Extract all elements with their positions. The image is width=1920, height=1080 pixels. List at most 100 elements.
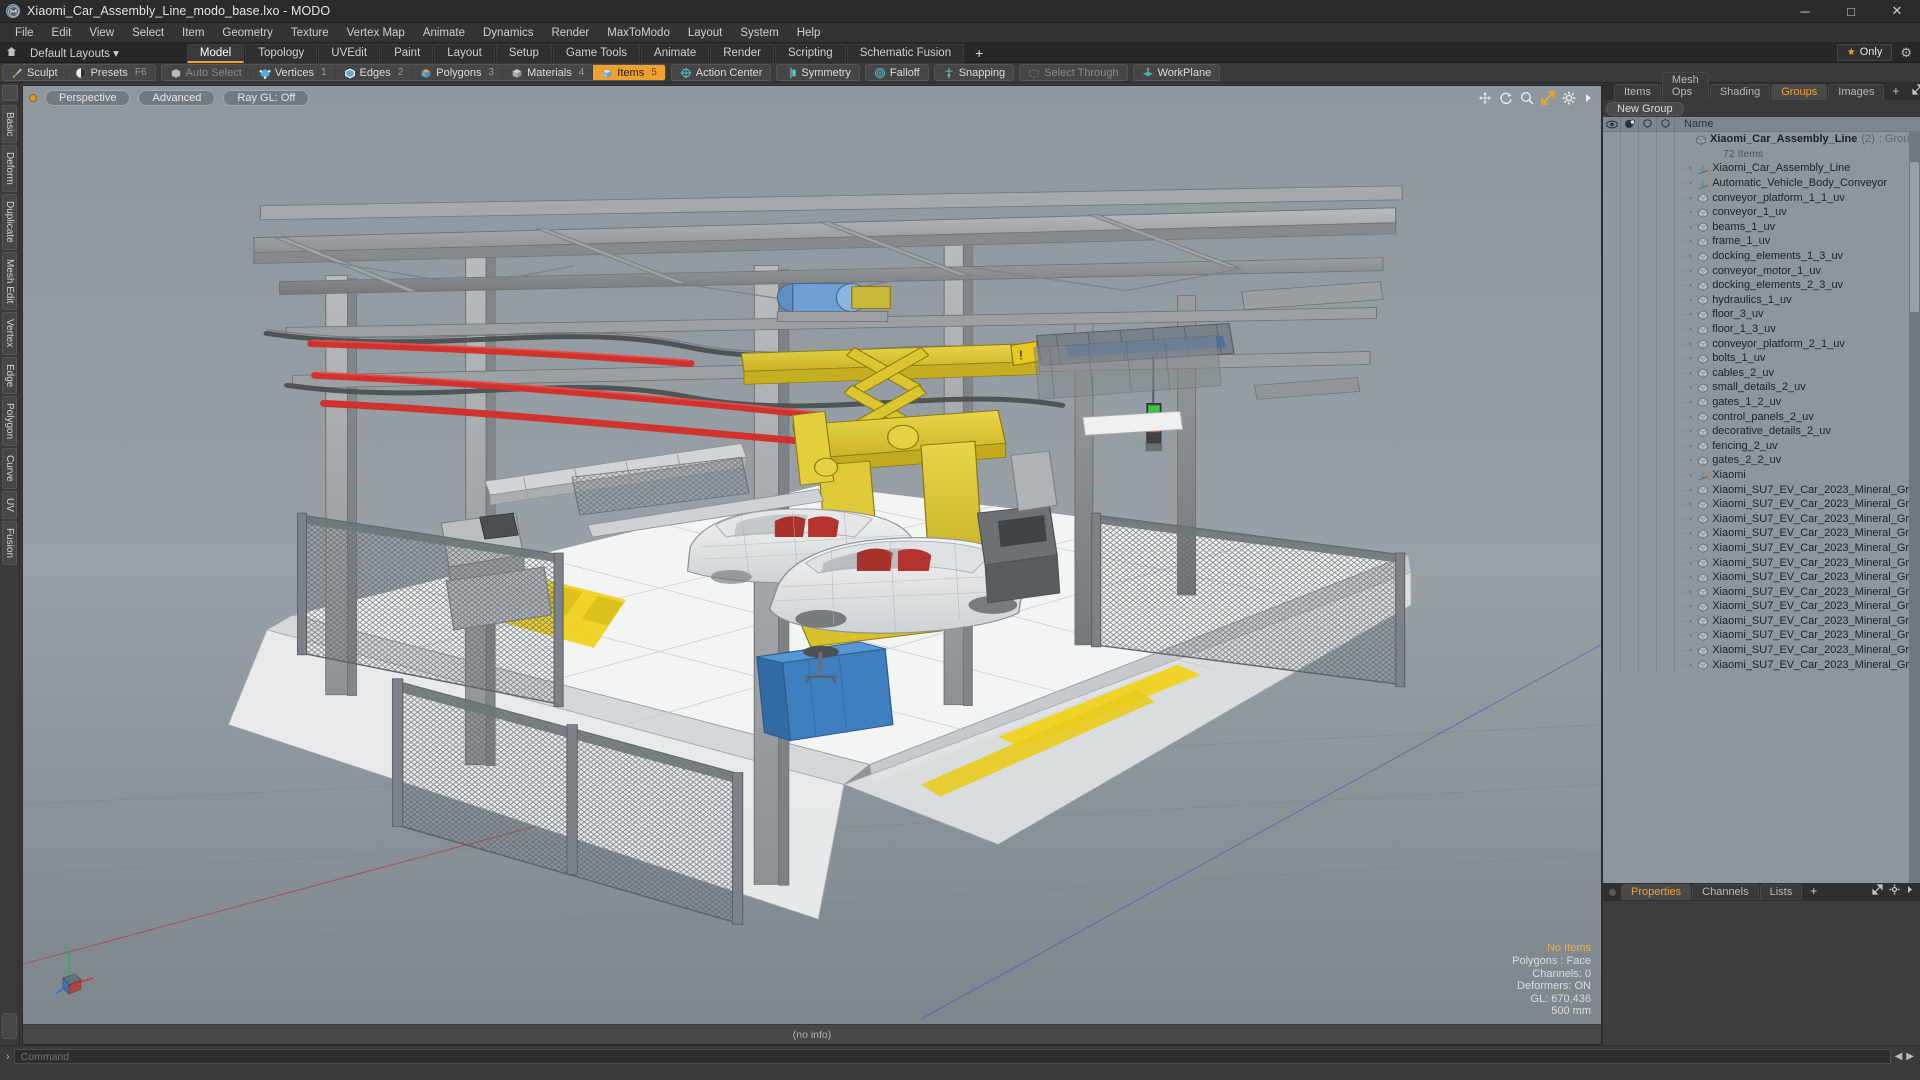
row-lock-toggle[interactable] — [1639, 453, 1657, 468]
tree-group-row[interactable]: Xiaomi_Car_Assembly_Line (2) : Group — [1603, 132, 1920, 147]
left-strip-tab-vertex[interactable]: Vertex — [2, 312, 17, 355]
tree-item-row[interactable]: ··▪ hydraulics_1_uv — [1603, 292, 1920, 308]
row-lock-toggle[interactable] — [1639, 336, 1657, 351]
tree-item-row[interactable]: ··▪ control_panels_2_uv — [1603, 409, 1920, 424]
tree-item-row[interactable]: ··▪ Xiaomi_SU7_EV_Car_2023_Mineral_Grey_C… — [1603, 628, 1920, 643]
row-lock-toggle[interactable] — [1639, 263, 1657, 278]
tree-item-row[interactable]: ··▪ docking_elements_2_3_uv — [1603, 277, 1920, 293]
row-render-toggle[interactable] — [1621, 336, 1639, 351]
tree-item-row[interactable]: ··▪ gates_1_2_uv — [1603, 394, 1920, 410]
row-render-toggle[interactable] — [1621, 161, 1639, 176]
mode-button-auto-select[interactable]: Auto Select — [162, 65, 251, 80]
tree-item-row[interactable]: ··▪ fencing_2_uv — [1603, 438, 1920, 454]
row-select-toggle[interactable] — [1657, 132, 1675, 147]
row-lock-toggle[interactable] — [1639, 584, 1657, 599]
tree-item-row[interactable]: ··▪ conveyor_platform_2_1_uv — [1603, 336, 1920, 351]
menu-item-help[interactable]: Help — [788, 25, 830, 41]
row-eye-toggle[interactable] — [1603, 409, 1621, 424]
row-render-toggle[interactable] — [1621, 423, 1639, 439]
chevron-right-icon[interactable] — [1583, 91, 1593, 107]
default-layouts-dropdown[interactable]: Default Layouts ▾ — [22, 46, 127, 60]
row-eye-toggle[interactable] — [1603, 190, 1621, 205]
row-eye-toggle[interactable] — [1603, 234, 1621, 249]
row-render-toggle[interactable] — [1621, 190, 1639, 205]
row-eye-toggle[interactable] — [1603, 365, 1621, 381]
command-input[interactable] — [13, 1049, 1891, 1064]
move-icon[interactable] — [1478, 91, 1492, 107]
row-render-toggle[interactable] — [1621, 496, 1639, 512]
row-select-toggle[interactable] — [1657, 613, 1675, 629]
row-eye-toggle[interactable] — [1603, 132, 1621, 147]
tree-item-row[interactable]: ··▪ Xiaomi_SU7_EV_Car_2023_Mineral_Grey_B… — [1603, 526, 1920, 541]
row-eye-toggle[interactable] — [1603, 161, 1621, 176]
row-lock-toggle[interactable] — [1639, 526, 1657, 541]
layout-tab-paint[interactable]: Paint — [381, 43, 434, 63]
row-select-toggle[interactable] — [1657, 365, 1675, 381]
row-render-toggle[interactable] — [1621, 467, 1639, 483]
mode-button-polygons[interactable]: Polygons 3 — [412, 65, 504, 80]
tree-item-row[interactable]: ··▪ Automatic_Vehicle_Body_Conveyor — [1603, 175, 1920, 191]
row-lock-toggle[interactable] — [1639, 569, 1657, 585]
row-lock-toggle[interactable] — [1639, 132, 1657, 147]
row-render-toggle[interactable] — [1621, 350, 1639, 366]
tree-item-row[interactable]: ··▪ Xiaomi_SU7_EV_Car_2023_Mineral_Grey_C… — [1603, 642, 1920, 658]
properties-tab-lists[interactable]: Lists — [1759, 884, 1803, 900]
row-eye-toggle[interactable] — [1603, 482, 1621, 497]
row-lock-toggle[interactable] — [1639, 321, 1657, 337]
row-render-toggle[interactable] — [1621, 175, 1639, 191]
tree-item-row[interactable]: ··▪ conveyor_1_uv — [1603, 204, 1920, 220]
row-eye-toggle[interactable] — [1603, 569, 1621, 585]
row-eye-toggle[interactable] — [1603, 175, 1621, 191]
left-strip-tab-uv[interactable]: UV — [2, 490, 17, 519]
row-lock-toggle[interactable] — [1639, 438, 1657, 454]
menu-item-file[interactable]: File — [6, 25, 43, 41]
left-strip-tab-mesh-edit[interactable]: Mesh Edit — [2, 251, 17, 311]
tree-item-row[interactable]: ··▪ Xiaomi — [1603, 467, 1920, 483]
row-lock-toggle[interactable] — [1639, 234, 1657, 249]
row-lock-toggle[interactable] — [1639, 613, 1657, 629]
row-render-toggle[interactable] — [1621, 526, 1639, 541]
menu-item-edit[interactable]: Edit — [43, 25, 81, 41]
row-lock-toggle[interactable] — [1639, 350, 1657, 366]
layout-tab-topology[interactable]: Topology — [245, 43, 318, 63]
tree-item-row[interactable]: ··▪ conveyor_motor_1_uv — [1603, 263, 1920, 278]
row-select-toggle[interactable] — [1657, 234, 1675, 249]
row-eye-toggle[interactable] — [1603, 292, 1621, 308]
dock-tab-shading[interactable]: Shading — [1709, 84, 1771, 100]
row-select-toggle[interactable] — [1657, 350, 1675, 366]
row-eye-toggle[interactable] — [1603, 613, 1621, 629]
row-render-toggle[interactable] — [1621, 204, 1639, 220]
row-lock-toggle[interactable] — [1639, 307, 1657, 322]
row-eye-toggle[interactable] — [1603, 467, 1621, 483]
row-render-toggle[interactable] — [1621, 642, 1639, 658]
row-select-toggle[interactable] — [1657, 248, 1675, 264]
row-select-toggle[interactable] — [1657, 190, 1675, 205]
left-strip-tab-duplicate[interactable]: Duplicate — [2, 194, 17, 250]
menu-item-animate[interactable]: Animate — [414, 25, 474, 41]
row-render-toggle[interactable] — [1621, 394, 1639, 410]
layout-tab-schematic-fusion[interactable]: Schematic Fusion — [846, 43, 965, 63]
row-eye-toggle[interactable] — [1603, 628, 1621, 643]
gear-icon[interactable] — [1889, 884, 1900, 898]
tree-item-row[interactable]: ··▪ floor_3_uv — [1603, 307, 1920, 322]
row-select-toggle[interactable] — [1657, 540, 1675, 556]
row-eye-toggle[interactable] — [1603, 599, 1621, 614]
row-select-toggle[interactable] — [1657, 511, 1675, 527]
row-eye-toggle[interactable] — [1603, 394, 1621, 410]
row-eye-toggle[interactable] — [1603, 555, 1621, 570]
tree-item-row[interactable]: ··▪ beams_1_uv — [1603, 219, 1920, 235]
gear-icon[interactable]: ⚙ — [1900, 45, 1912, 61]
row-select-toggle[interactable] — [1657, 467, 1675, 483]
rotate-icon[interactable] — [1499, 91, 1513, 107]
gear-icon[interactable] — [1562, 91, 1576, 107]
row-lock-toggle[interactable] — [1639, 555, 1657, 570]
tree-item-row[interactable]: ··▪ cables_2_uv — [1603, 365, 1920, 381]
new-group-button[interactable]: New Group — [1606, 101, 1684, 116]
viewport-indicator-dot[interactable] — [29, 94, 37, 102]
add-panel-tab-button[interactable]: + — [1885, 84, 1906, 100]
home-icon[interactable] — [0, 46, 22, 60]
menu-item-geometry[interactable]: Geometry — [213, 25, 282, 41]
row-render-toggle[interactable] — [1621, 599, 1639, 614]
row-eye-toggle[interactable] — [1603, 657, 1621, 672]
row-select-toggle[interactable] — [1657, 146, 1675, 162]
